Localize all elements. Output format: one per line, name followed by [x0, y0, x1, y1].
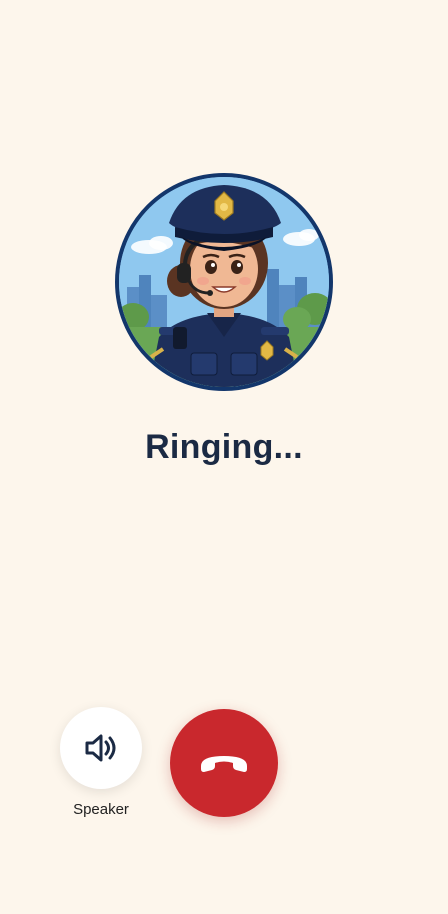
- speaker-label: Speaker: [73, 801, 129, 818]
- police-officer-avatar-image: [119, 177, 329, 387]
- speaker-icon: [85, 734, 116, 762]
- caller-avatar: [115, 173, 333, 391]
- call-status: Ringing...: [145, 428, 303, 466]
- speaker-control: Speaker: [60, 707, 142, 818]
- hang-up-button[interactable]: [170, 709, 278, 817]
- speaker-button[interactable]: [60, 707, 142, 789]
- phone-hangup-icon: [201, 756, 247, 772]
